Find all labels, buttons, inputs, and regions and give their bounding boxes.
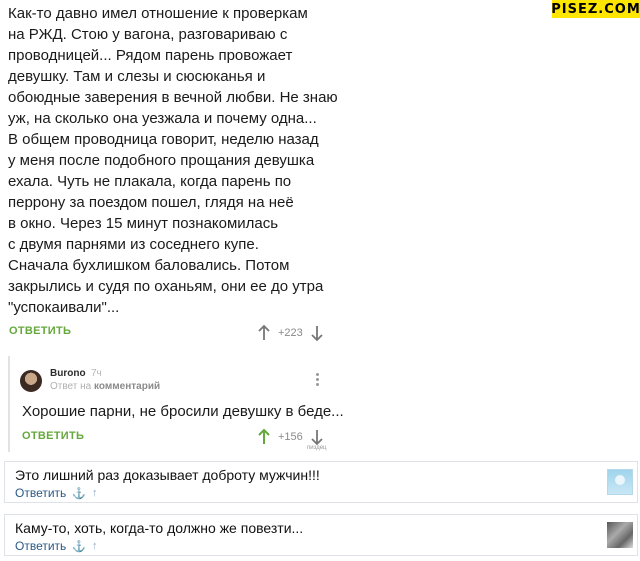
vk-comment-text: Это лишний раз доказывает доброту мужчин…: [15, 467, 320, 483]
up-arrow-icon[interactable]: [256, 324, 272, 342]
post-line: в окно. Через 15 минут познакомилась: [8, 215, 279, 232]
post-line: ехала. Чуть не плакала, когда парень по: [8, 173, 292, 190]
reply-meta: Ответ на комментарий: [50, 381, 160, 392]
vk-comment: Это лишний раз доказывает доброту мужчин…: [4, 461, 638, 503]
reply-text: Хорошие парни, не бросили девушку в беде…: [22, 403, 344, 420]
down-arrow-icon[interactable]: [309, 324, 325, 342]
default-avatar[interactable]: [607, 469, 633, 495]
reply-button[interactable]: ОТВЕТИТЬ: [22, 430, 84, 442]
vk-comment: Каму-то, хоть, когда-то должно же повезт…: [4, 514, 638, 556]
more-options-icon[interactable]: [313, 372, 321, 388]
reply-time: 7ч: [91, 368, 102, 379]
vk-comment-actions: Ответить ⚓ ↑: [15, 539, 98, 553]
post-score: +223: [278, 327, 303, 339]
post-line: перрону за поездом пошел, глядя на неё: [8, 194, 294, 211]
post-line: на РЖД. Стою у вагона, разговариваю с: [8, 26, 288, 43]
post-line: В общем проводница говорит, неделю назад: [8, 131, 319, 148]
post-line: "успокаивали"...: [8, 299, 120, 316]
anchor-icon[interactable]: ⚓: [72, 487, 86, 500]
vk-comment-actions: Ответить ⚓ ↑: [15, 486, 98, 500]
reply-button[interactable]: ОТВЕТИТЬ: [9, 325, 71, 337]
author-avatar[interactable]: [20, 370, 42, 392]
post-line: девушку. Там и слезы и сюсюканья и: [8, 68, 266, 85]
post-actions: ОТВЕТИТЬ: [9, 325, 71, 337]
vk-reply-link[interactable]: Ответить: [15, 539, 66, 553]
reply-actions: ОТВЕТИТЬ: [22, 430, 84, 442]
post-line: закрылись и судя по оханьям, они ее до у…: [8, 278, 324, 295]
up-arrow-icon[interactable]: [256, 428, 272, 446]
reply-score: +156: [278, 431, 303, 443]
vote-caption: пиздец: [307, 445, 327, 451]
vk-reply-link[interactable]: Ответить: [15, 486, 66, 500]
up-arrow-icon[interactable]: ↑: [92, 540, 98, 552]
post-line: с двумя парнями из соседнего купе.: [8, 236, 259, 253]
post-line: обоюдные заверения в вечной любви. Не зн…: [8, 89, 338, 106]
post-line: проводницей... Рядом парень провожает: [8, 47, 293, 64]
down-arrow-icon[interactable]: [309, 428, 325, 446]
reply-meta-target[interactable]: комментарий: [94, 381, 160, 392]
photo-avatar[interactable]: [607, 522, 633, 548]
post-body: Как-то давно имел отношение к проверкам …: [8, 3, 338, 318]
vk-comment-text: Каму-то, хоть, когда-то должно же повезт…: [15, 520, 304, 536]
reply-vote-controls: +156: [256, 428, 325, 446]
post-vote-controls: +223: [256, 324, 325, 342]
post-line: Как-то давно имел отношение к проверкам: [8, 5, 308, 22]
anchor-icon[interactable]: ⚓: [72, 540, 86, 553]
up-arrow-icon[interactable]: ↑: [92, 487, 98, 499]
reply-meta-prefix: Ответ на: [50, 381, 92, 392]
post-line: у меня после подобного прощания девушка: [8, 152, 315, 169]
post-line: уж, на сколько она уезжала и почему одна…: [8, 110, 317, 127]
site-watermark: PISEZ.COM: [551, 0, 640, 18]
author-name[interactable]: Burono: [50, 368, 86, 379]
post-line: Сначала бухлишком баловались. Потом: [8, 257, 290, 274]
